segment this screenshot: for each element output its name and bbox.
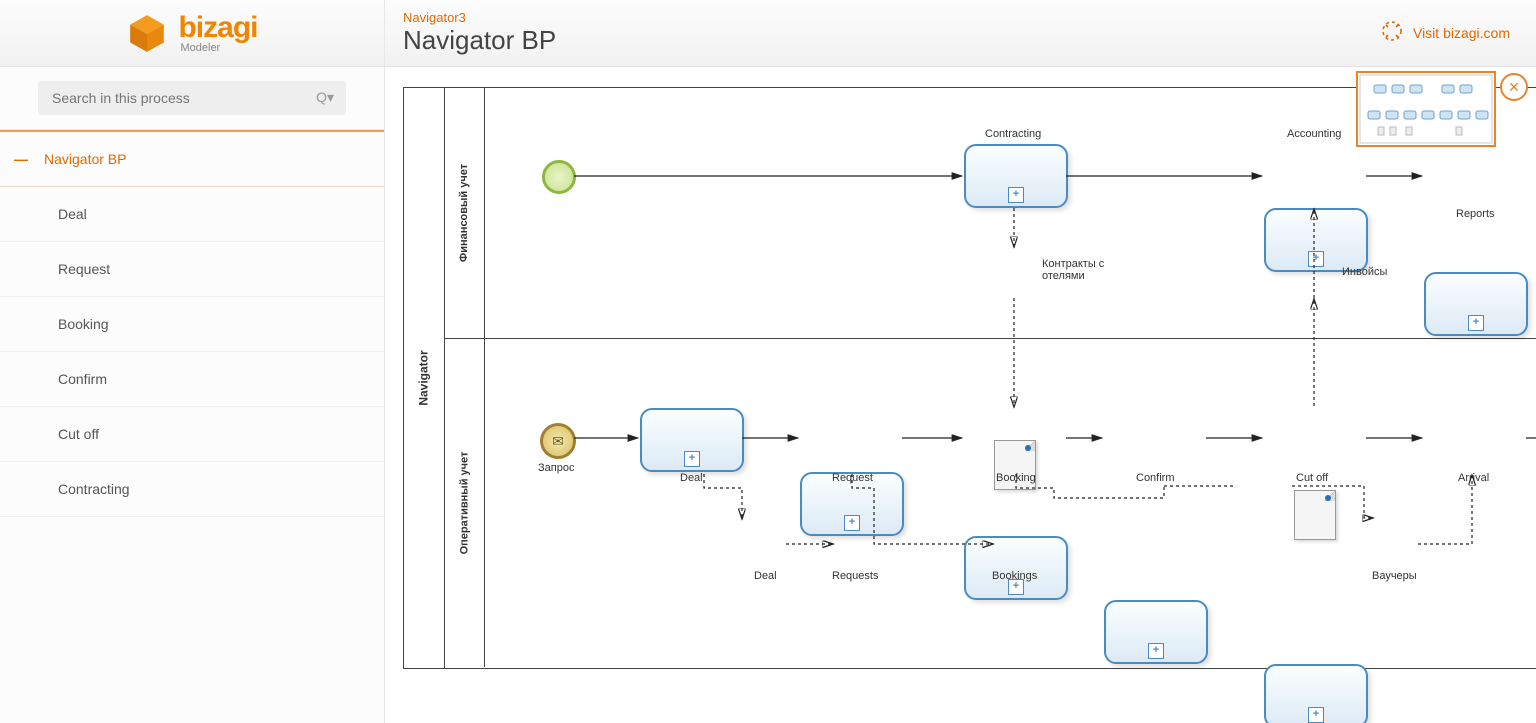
task-deal[interactable]: + <box>640 408 744 472</box>
task-booking[interactable]: + <box>964 536 1068 600</box>
sidebar-item-deal[interactable]: Deal <box>0 187 384 242</box>
visit-link[interactable]: Visit bizagi.com <box>1413 25 1510 41</box>
page-title: Navigator BP <box>403 25 1363 56</box>
brand-name: bizagi <box>178 13 257 43</box>
task-accounting[interactable]: + <box>1264 208 1368 272</box>
task-request-label: Request <box>832 472 873 484</box>
task-reports[interactable]: + <box>1424 272 1528 336</box>
sidebar-item-request[interactable]: Request <box>0 242 384 297</box>
lane-title-2: Оперативный учет <box>444 338 485 667</box>
task-cutoff[interactable]: + <box>1264 664 1368 723</box>
expand-icon[interactable] <box>1381 20 1403 47</box>
task-booking-label: Booking <box>996 472 1036 484</box>
sidebar-root-label: Navigator BP <box>44 151 126 167</box>
task-deal-label: Deal <box>680 472 703 484</box>
minimap[interactable] <box>1356 71 1496 147</box>
brand-sub: Modeler <box>180 43 257 54</box>
search-icon[interactable]: Q▾ <box>316 89 334 106</box>
task-contracting[interactable]: + <box>964 144 1068 208</box>
logo[interactable]: bizagi Modeler <box>0 0 385 66</box>
title-area: Navigator3 Navigator BP <box>385 0 1381 66</box>
diagram-canvas[interactable]: Navigator Финансовый учет + Contracting … <box>385 67 1536 723</box>
doc-vouchers-label: Ваучеры <box>1372 570 1417 582</box>
task-arrival-label: Arrival <box>1458 472 1489 484</box>
task-cutoff-label: Cut off <box>1296 472 1328 484</box>
start-event[interactable] <box>542 160 576 194</box>
message-start-event[interactable] <box>540 423 576 459</box>
message-start-label: Запрос <box>538 462 574 474</box>
doc-contracts-label: Контракты с отелями <box>1042 258 1104 282</box>
task-contracting-label: Contracting <box>985 128 1041 140</box>
sidebar-item-contracting[interactable]: Contracting <box>0 462 384 517</box>
task-reports-label: Reports <box>1456 208 1495 220</box>
doc-deal-label: Deal <box>754 570 777 582</box>
doc-requests-label: Requests <box>832 570 878 582</box>
search-input[interactable] <box>38 81 346 115</box>
minimap-close-icon[interactable]: ✕ <box>1500 73 1528 101</box>
doc-bookings-label: Bookings <box>992 570 1037 582</box>
breadcrumb[interactable]: Navigator3 <box>403 10 1363 25</box>
task-accounting-label: Accounting <box>1287 128 1341 140</box>
sidebar: Q▾ —Navigator BP Deal Request Booking Co… <box>0 67 385 723</box>
pool: Navigator Финансовый учет + Contracting … <box>403 87 1536 669</box>
task-confirm[interactable]: + <box>1104 600 1208 664</box>
logo-cube-icon <box>126 12 168 54</box>
task-confirm-label: Confirm <box>1136 472 1175 484</box>
doc-invoices-label: Инвойсы <box>1342 266 1387 278</box>
lane-operations: Оперативный учет Запрос + Deal + Request… <box>444 338 1536 667</box>
sidebar-root[interactable]: —Navigator BP <box>0 130 384 187</box>
lane-title-1: Финансовый учет <box>444 88 485 338</box>
pool-title: Navigator <box>404 88 445 668</box>
header: bizagi Modeler Navigator3 Navigator BP V… <box>0 0 1536 67</box>
sidebar-item-confirm[interactable]: Confirm <box>0 352 384 407</box>
sidebar-item-cutoff[interactable]: Cut off <box>0 407 384 462</box>
sidebar-item-booking[interactable]: Booking <box>0 297 384 352</box>
